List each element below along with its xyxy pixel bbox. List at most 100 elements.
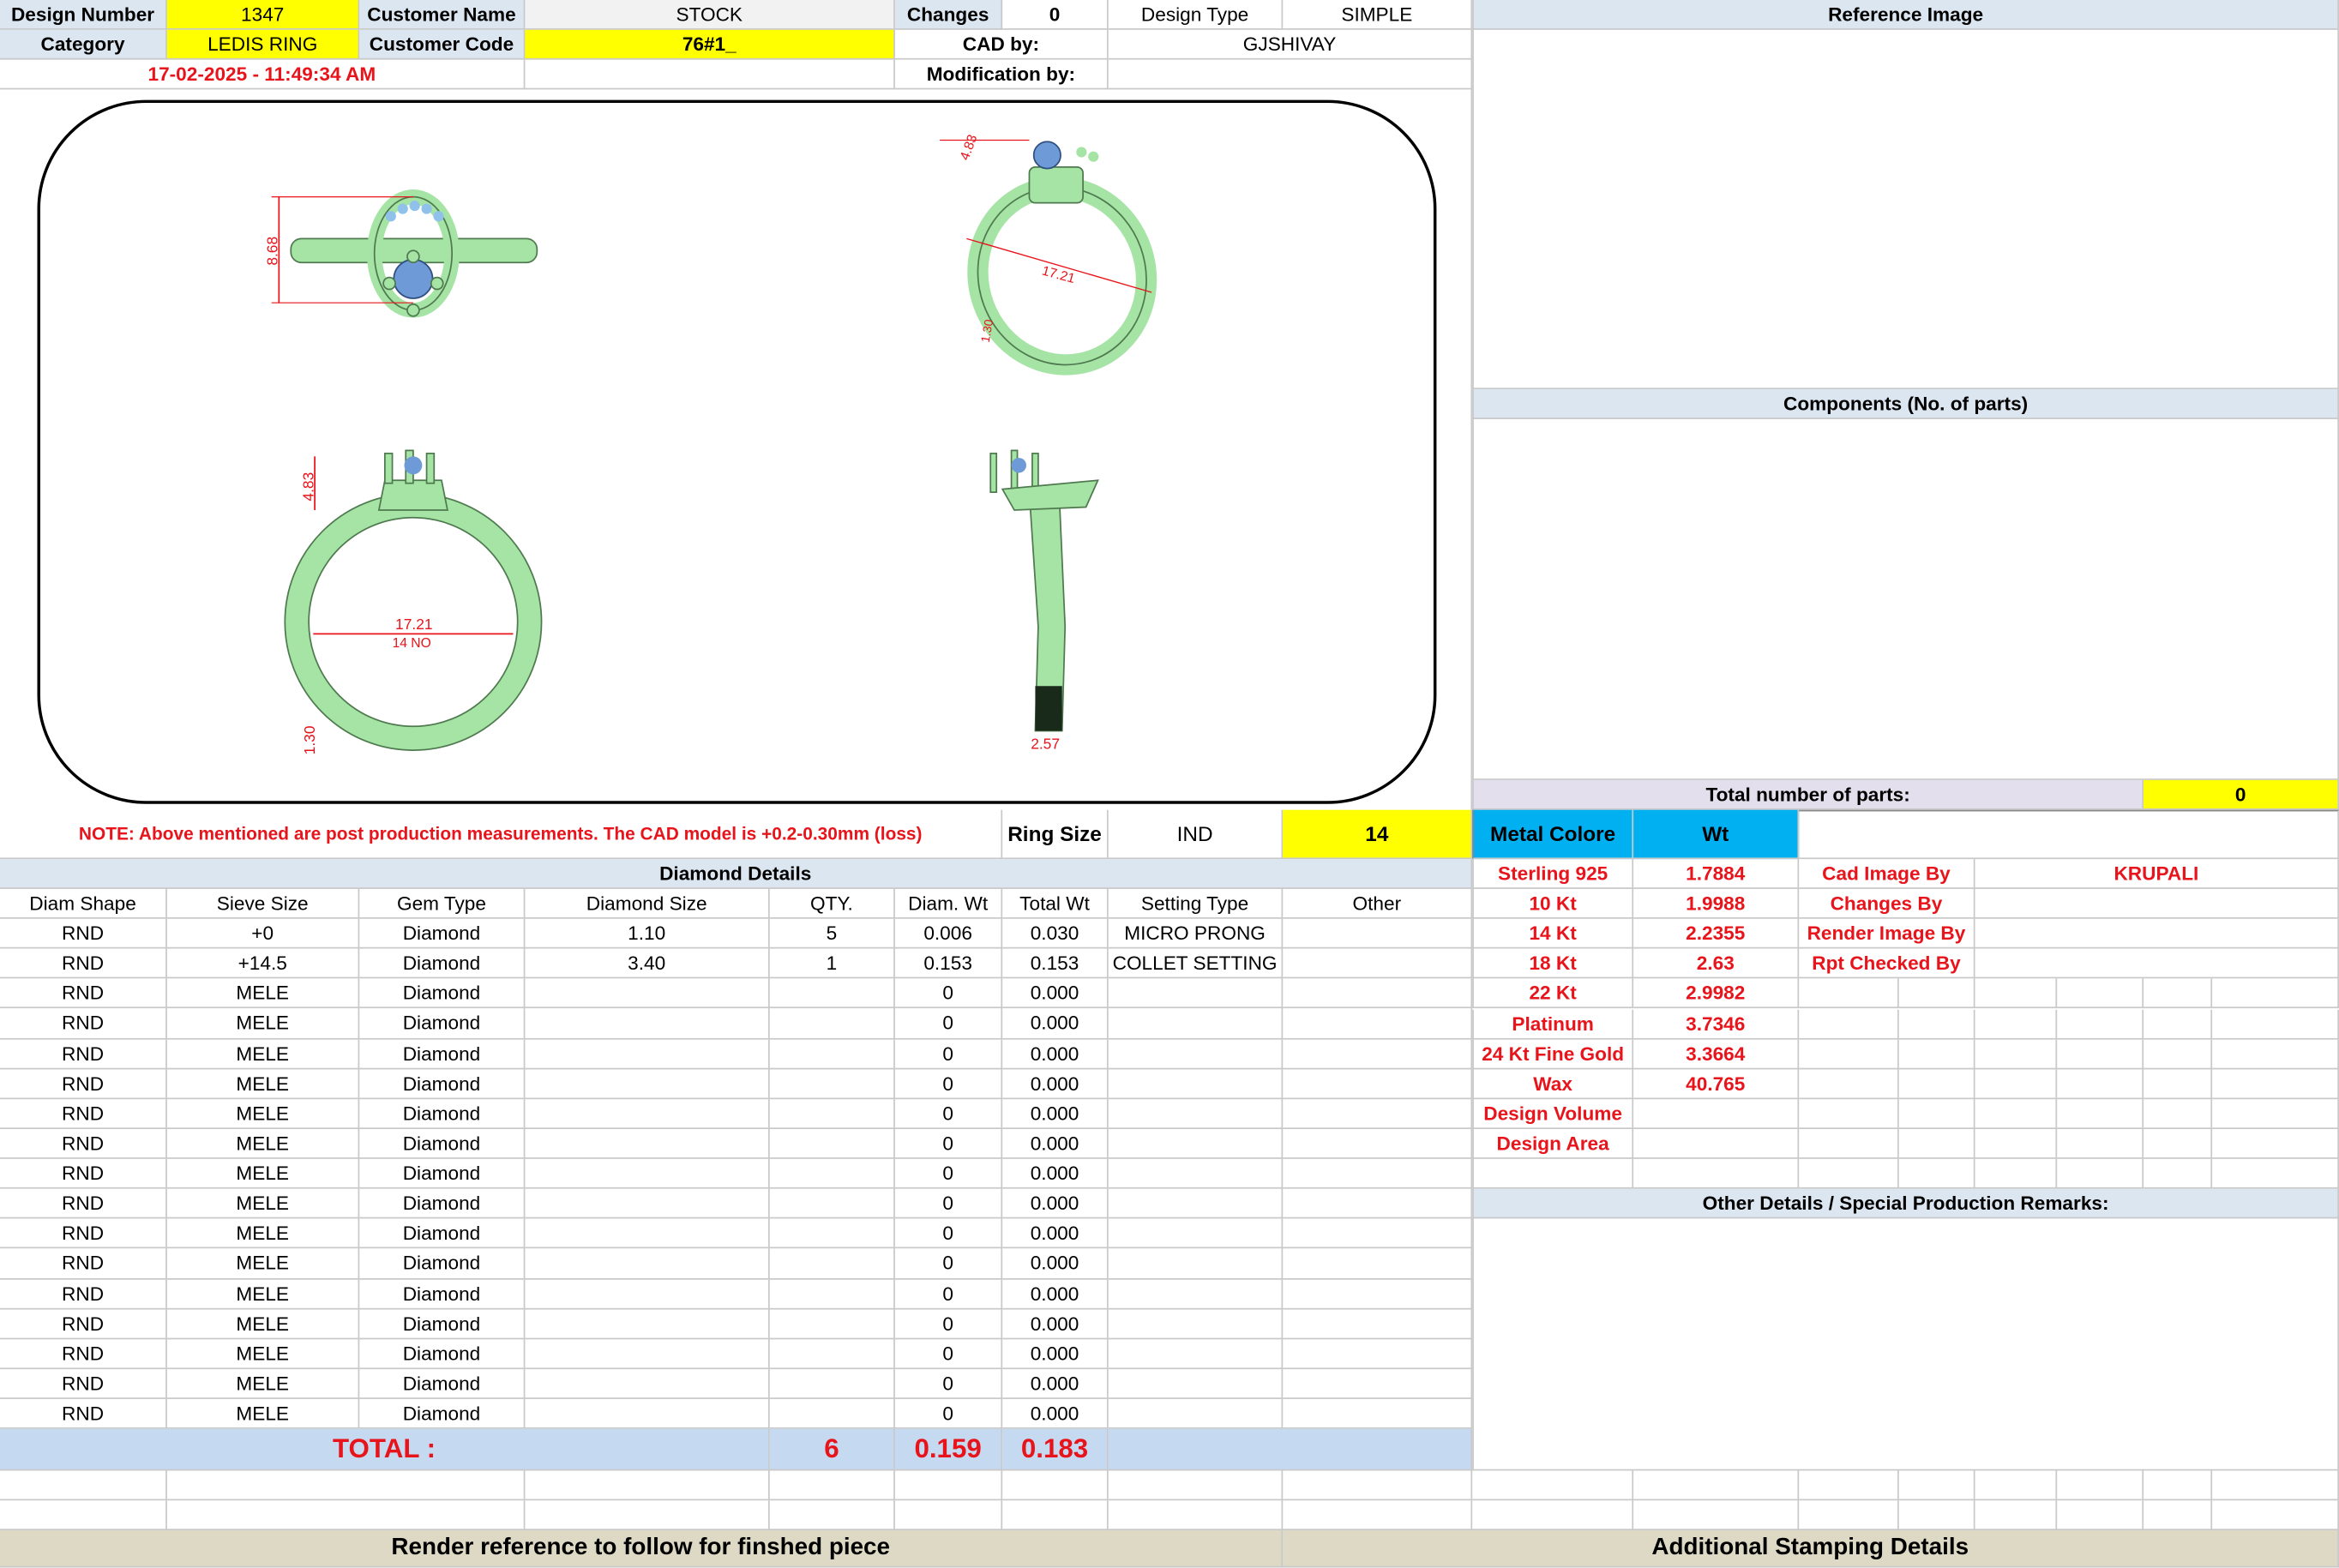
cell-other[interactable] — [1283, 1308, 1473, 1339]
cell-qty[interactable] — [769, 1338, 895, 1369]
cell-other[interactable] — [1283, 1338, 1473, 1369]
role-value[interactable]: KRUPALI — [1975, 859, 2339, 890]
cell-diamond-size[interactable] — [525, 1218, 770, 1249]
cell-diamond-size[interactable] — [525, 1068, 770, 1099]
blank-cell — [1799, 809, 2339, 860]
cell-qty[interactable] — [769, 1398, 895, 1429]
cell-setting-type — [1108, 978, 1284, 1009]
cell-other[interactable] — [1283, 948, 1473, 979]
cell-diamond-size[interactable] — [525, 1248, 770, 1279]
total-label: TOTAL : — [0, 1428, 770, 1471]
cell-qty[interactable]: 5 — [769, 918, 895, 949]
design-number-value[interactable]: 1347 — [166, 0, 360, 30]
cell-qty[interactable] — [769, 978, 895, 1009]
cell-diamond-size[interactable] — [525, 1278, 770, 1309]
cell-other[interactable] — [1283, 1368, 1473, 1399]
column-header-diamond-size: Diamond Size — [525, 888, 770, 919]
cell-other[interactable] — [1283, 918, 1473, 949]
cell-total-wt: 0.000 — [1002, 1338, 1109, 1369]
cell-qty[interactable] — [769, 1038, 895, 1069]
cell-gem-type: Diamond — [359, 1218, 526, 1249]
cell-diamond-size[interactable] — [525, 978, 770, 1009]
metal-name: Design Area — [1472, 1128, 1634, 1159]
cell-diamond-size[interactable] — [525, 1188, 770, 1219]
cell-other[interactable] — [1283, 1128, 1473, 1159]
cell-other[interactable] — [1283, 1068, 1473, 1099]
cell-diamond-size[interactable] — [525, 1308, 770, 1339]
role-label: Cad Image By — [1799, 859, 1975, 890]
cell-diamond-size[interactable]: 1.10 — [525, 918, 770, 949]
cell-other[interactable] — [1283, 1038, 1473, 1069]
role-value[interactable] — [1975, 889, 2339, 920]
cell-qty[interactable] — [769, 1008, 895, 1039]
cell-qty[interactable] — [769, 1098, 895, 1129]
total-qty: 6 — [769, 1428, 895, 1471]
cell-qty[interactable] — [769, 1158, 895, 1189]
cell-diamond-size[interactable]: 3.40 — [525, 948, 770, 979]
category-value[interactable]: LEDIS RING — [166, 29, 360, 60]
cell-diamond-size[interactable] — [525, 1338, 770, 1369]
total-parts-value[interactable]: 0 — [2144, 779, 2339, 810]
grid-cell — [2057, 1008, 2144, 1039]
reference-image-area — [1472, 29, 2339, 390]
ring-size-system[interactable]: IND — [1108, 809, 1284, 860]
cell-diam-shape: RND — [0, 1368, 167, 1399]
cell-qty[interactable] — [769, 1248, 895, 1279]
metal-name: Sterling 925 — [1472, 859, 1634, 890]
cell-diam-shape: RND — [0, 918, 167, 949]
changes-label: Changes — [894, 0, 1003, 30]
grid-cell — [1898, 978, 1975, 1009]
cell-sieve-size: MELE — [166, 1128, 360, 1159]
modification-by-value[interactable] — [1108, 59, 1473, 90]
metal-colore-label: Metal Colore — [1472, 809, 1634, 860]
cell-other[interactable] — [1283, 1098, 1473, 1129]
cell-diamond-size[interactable] — [525, 1128, 770, 1159]
cell-other[interactable] — [1283, 1218, 1473, 1249]
cell-diamond-size[interactable] — [525, 1098, 770, 1129]
cad-by-value[interactable]: GJSHIVAY — [1108, 29, 1473, 60]
cell-other[interactable] — [1283, 1398, 1473, 1429]
cell-qty[interactable] — [769, 1308, 895, 1339]
cell-other[interactable] — [1283, 1158, 1473, 1189]
metal-name: 14 Kt — [1472, 919, 1634, 950]
cell-diam-wt: 0 — [894, 1068, 1003, 1099]
cell-diamond-size[interactable] — [525, 1368, 770, 1399]
cell-sieve-size: +14.5 — [166, 948, 360, 979]
cell-qty[interactable] — [769, 1188, 895, 1219]
cell-diam-shape: RND — [0, 1128, 167, 1159]
cell-qty[interactable] — [769, 1218, 895, 1249]
cell-qty[interactable] — [769, 1368, 895, 1399]
other-details-area[interactable] — [1472, 1218, 2339, 1471]
cell-other[interactable] — [1283, 1188, 1473, 1219]
cell-diamond-size[interactable] — [525, 1158, 770, 1189]
reference-image-label: Reference Image — [1472, 0, 2339, 30]
cell-diamond-size[interactable] — [525, 1398, 770, 1429]
design-type-value[interactable]: SIMPLE — [1283, 0, 1473, 30]
cell-diamond-size[interactable] — [525, 1008, 770, 1039]
cell-qty[interactable] — [769, 1128, 895, 1159]
cell-diamond-size[interactable] — [525, 1038, 770, 1069]
cell-qty[interactable] — [769, 1278, 895, 1309]
cell-other[interactable] — [1283, 1008, 1473, 1039]
role-value[interactable] — [1975, 919, 2339, 950]
cell-diam-wt: 0 — [894, 1188, 1003, 1219]
cell-other[interactable] — [1283, 1278, 1473, 1309]
cell-diam-shape: RND — [0, 1338, 167, 1369]
cell-qty[interactable] — [769, 1068, 895, 1099]
blank-grid-cell — [894, 1500, 1003, 1531]
customer-code-value[interactable]: 76#1_ — [525, 29, 895, 60]
cell-gem-type: Diamond — [359, 1308, 526, 1339]
grid-cell — [2144, 1068, 2213, 1099]
changes-value[interactable]: 0 — [1002, 0, 1109, 30]
cell-other[interactable] — [1283, 978, 1473, 1009]
ring-size-value[interactable]: 14 — [1283, 809, 1473, 860]
cell-other[interactable] — [1283, 1248, 1473, 1279]
grid-cell — [2212, 1008, 2339, 1039]
blank-grid-cell — [1975, 1500, 2058, 1531]
cell-qty[interactable]: 1 — [769, 948, 895, 979]
customer-name-value[interactable]: STOCK — [525, 0, 895, 30]
cell-gem-type: Diamond — [359, 1038, 526, 1069]
cell-gem-type: Diamond — [359, 1158, 526, 1189]
cell-diam-wt: 0 — [894, 1038, 1003, 1069]
role-value[interactable] — [1975, 949, 2339, 979]
